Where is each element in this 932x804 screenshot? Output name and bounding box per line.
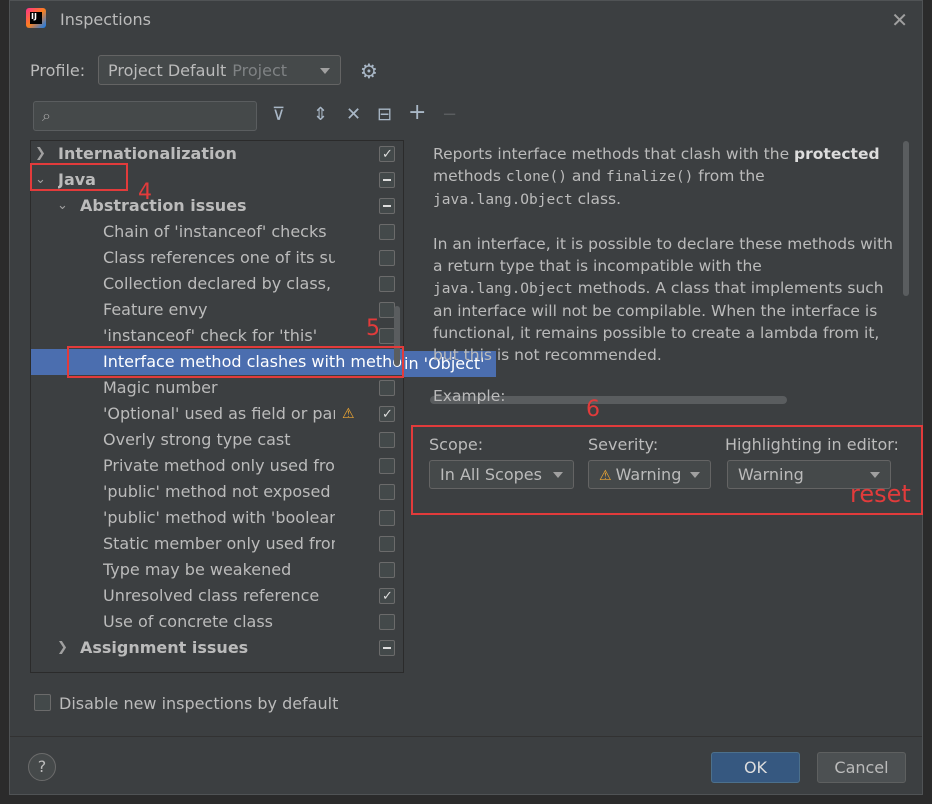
tree-row-label: Unresolved class reference [103, 586, 320, 605]
tree-row[interactable]: 'Optional' used as field or parameter ty… [31, 401, 403, 428]
expand-all-icon[interactable]: ⇕ [313, 104, 328, 125]
annotation-box-options [411, 425, 923, 515]
tree-row-assignment-issues[interactable]: ❯ Assignment issues [31, 635, 403, 661]
tree-row-label: Use of concrete class [103, 612, 273, 631]
tree-row[interactable]: Chain of 'instanceof' checks [31, 219, 403, 245]
title-bar: IJ Inspections ✕ [10, 1, 922, 39]
tree-row[interactable]: Overly strong type cast [31, 427, 403, 453]
checkbox[interactable] [379, 172, 395, 188]
annotation-number-4: 4 [138, 180, 152, 205]
tree-row[interactable]: Class references one of its subclasses [31, 245, 403, 271]
remove-icon: − [442, 104, 458, 125]
tree-row[interactable]: Private method only used from inner clas… [31, 453, 403, 479]
disable-new-inspections-label: Disable new inspections by default [59, 694, 339, 713]
checkbox[interactable] [379, 562, 395, 578]
disable-new-inspections-checkbox[interactable] [34, 694, 51, 711]
chevron-down-icon[interactable]: ⌄ [57, 193, 68, 219]
inspections-dialog: IJ Inspections ✕ Profile: Project Defaul… [9, 0, 923, 795]
tree-row-abstraction-issues[interactable]: ⌄ Abstraction issues [31, 193, 403, 219]
tree-row-label: Type may be weakened [103, 560, 292, 579]
inspection-description: Reports interface methods that clash wit… [433, 145, 893, 364]
tree-row-label: Overly strong type cast [103, 430, 291, 449]
checkbox[interactable] [379, 536, 395, 552]
dialog-title: Inspections [60, 10, 151, 29]
checkbox[interactable] [379, 250, 395, 266]
checkbox[interactable] [379, 458, 395, 474]
warning-icon: ⚠ [342, 406, 355, 422]
tree-row[interactable]: Type may be weakened [31, 557, 403, 583]
search-input[interactable]: ⌕ [33, 101, 257, 131]
checkbox[interactable] [379, 198, 395, 214]
checkbox[interactable] [379, 402, 395, 428]
checkbox[interactable] [379, 142, 395, 168]
profile-dropdown[interactable]: Project Default Project [98, 55, 341, 85]
annotation-number-5: 5 [366, 316, 380, 341]
profile-label: Profile: [30, 61, 86, 80]
checkbox[interactable] [379, 302, 395, 318]
checkbox[interactable] [379, 276, 395, 292]
tree-row-label: Feature envy [103, 300, 208, 319]
tree-row-label: 'Optional' used as field or parameter ty… [103, 404, 335, 423]
checkbox[interactable] [379, 380, 395, 396]
profile-scope: Project [232, 61, 288, 80]
footer-divider [10, 736, 922, 737]
gear-icon[interactable]: ⚙ [360, 59, 378, 83]
close-icon[interactable]: ✕ [891, 8, 908, 32]
tree-row[interactable]: Static member only used from one other c… [31, 531, 403, 557]
checkbox[interactable] [379, 432, 395, 448]
cancel-button[interactable]: Cancel [817, 752, 906, 783]
tree-row[interactable]: Unresolved class reference [31, 583, 403, 610]
tree-row[interactable]: 'public' method not exposed in interface [31, 479, 403, 505]
tree-row-label: Class references one of its subclasses [103, 248, 335, 267]
checkbox[interactable] [379, 510, 395, 526]
profile-value: Project Default [108, 61, 227, 80]
tree-row[interactable]: Feature envy [31, 297, 403, 323]
checkbox[interactable] [379, 224, 395, 240]
inspection-tree[interactable]: ❯ Internationalization ⌄ Java ⌄ Abstract… [30, 140, 404, 673]
collapse-all-icon[interactable]: ✕ [346, 104, 361, 125]
tree-row-label: Assignment issues [80, 638, 249, 657]
filter-icon[interactable]: ⊽ [272, 104, 285, 125]
add-icon[interactable]: + [408, 100, 426, 125]
editor-background [922, 0, 932, 804]
search-icon: ⌕ [42, 106, 51, 125]
tree-row-label: 'public' method with 'boolean' parameter [103, 508, 335, 527]
tree-row-label: Abstraction issues [80, 196, 247, 215]
checkbox[interactable] [379, 328, 395, 344]
checkbox[interactable] [379, 584, 395, 610]
reset-to-default-icon[interactable]: ⊟ [377, 104, 392, 125]
chevron-down-icon [320, 68, 330, 74]
tree-row[interactable]: Magic number [31, 375, 403, 401]
tree-row-label: Collection declared by class, not interf… [103, 274, 335, 293]
tree-row[interactable]: Use of concrete class [31, 609, 403, 635]
annotation-reset-text: reset [850, 480, 911, 508]
help-button[interactable]: ? [28, 753, 56, 781]
tree-row-label: Static member only used from one other c… [103, 534, 335, 553]
checkbox[interactable] [379, 640, 395, 656]
example-label: Example: [433, 387, 506, 405]
ok-button[interactable]: OK [711, 752, 800, 783]
description-scrollbar[interactable] [903, 141, 909, 296]
tree-row-label: Private method only used from inner clas… [103, 456, 335, 475]
tree-row-label: Chain of 'instanceof' checks [103, 222, 327, 241]
intellij-logo-icon: IJ [26, 8, 46, 28]
annotation-number-6: 6 [586, 397, 600, 422]
checkbox[interactable] [379, 614, 395, 630]
annotation-box-java [30, 163, 128, 191]
tree-row[interactable]: Collection declared by class, not interf… [31, 271, 403, 297]
annotation-box-selected-inspection [67, 346, 404, 378]
chevron-right-icon[interactable]: ❯ [57, 635, 68, 661]
tree-row-label: 'public' method not exposed in interface [103, 482, 335, 501]
tree-row[interactable]: 'public' method with 'boolean' parameter [31, 505, 403, 531]
tree-row-label: Magic number [103, 378, 218, 397]
checkbox[interactable] [379, 484, 395, 500]
